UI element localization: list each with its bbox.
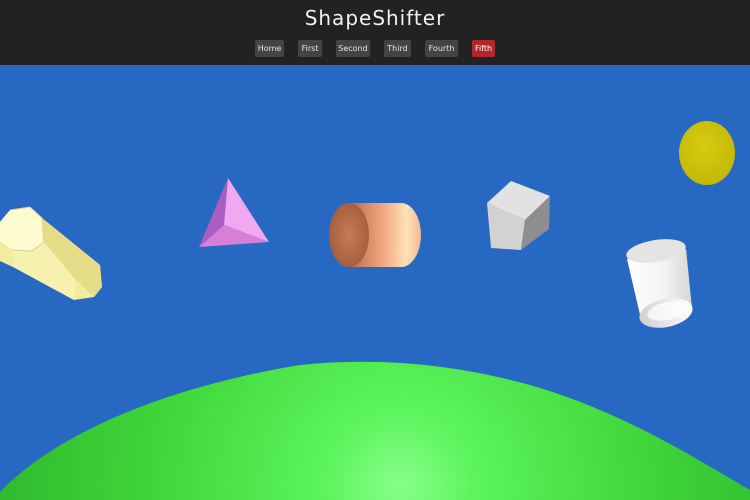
yellow-disc-shape [679, 121, 735, 185]
nav-home-button[interactable]: Home [255, 40, 284, 57]
site-title: ShapeShifter [304, 6, 446, 30]
nav-fourth-button[interactable]: Fourth [425, 40, 458, 57]
nav-third-button[interactable]: Third [384, 40, 411, 57]
nav-bar: Home First Second Third Fourth Fifth [0, 40, 750, 57]
nav-first-button[interactable]: First [298, 40, 322, 57]
nav-fifth-button[interactable]: Fifth [472, 40, 495, 57]
nav-second-button[interactable]: Second [336, 40, 370, 57]
copper-cylinder-shape [329, 203, 421, 267]
scene-svg [0, 65, 750, 500]
3d-scene-canvas[interactable] [0, 65, 750, 500]
header-bar: ShapeShifter Home First Second Third Fou… [0, 0, 750, 65]
